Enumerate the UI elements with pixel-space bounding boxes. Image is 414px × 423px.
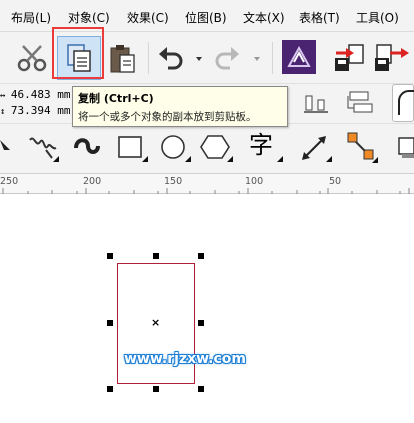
object-width-value: 46.483 mm (10, 88, 71, 101)
object-height-field[interactable]: ↕ 73.394 mm (0, 104, 70, 117)
redo-icon (215, 47, 239, 70)
ruler-label: 200 (83, 176, 102, 187)
import-icon (335, 44, 364, 71)
toolbar-separator (272, 42, 273, 74)
copy-highlight-frame (52, 27, 104, 79)
round-corner-icon (398, 90, 414, 115)
handle-middle-right[interactable] (198, 320, 204, 326)
pick-tool-button[interactable] (0, 132, 18, 164)
menu-layout[interactable]: 布局(L) (11, 9, 51, 26)
handle-top-middle[interactable] (153, 253, 159, 259)
undo-icon (159, 47, 183, 70)
import-button[interactable] (332, 40, 368, 74)
align-distribute-icon (304, 95, 328, 113)
drop-shadow-tool-button[interactable] (396, 132, 414, 164)
menu-object[interactable]: 对象(C) (68, 9, 110, 26)
ruler-label: 250 (0, 176, 19, 187)
align-distribute-button[interactable] (300, 88, 334, 120)
flyout-arrow-icon (372, 157, 378, 163)
handle-top-right[interactable] (198, 253, 204, 259)
export-icon (375, 44, 409, 71)
cut-icon (17, 45, 47, 72)
menu-table[interactable]: 表格(T) (299, 9, 340, 26)
ruler-label: 50 (329, 176, 342, 187)
width-arrow-icon: ↔ (0, 91, 11, 101)
handle-middle-left[interactable] (107, 320, 113, 326)
toolbox-row: 字 (0, 124, 414, 174)
rectangle-tool-button[interactable] (114, 132, 150, 164)
flyout-arrow-icon (277, 156, 283, 162)
artistic-media-icon (74, 138, 100, 154)
menu-bitmaps[interactable]: 位图(B) (185, 9, 227, 26)
handle-bottom-left[interactable] (107, 386, 113, 392)
height-arrow-icon: ↕ (0, 107, 11, 117)
flyout-arrow-icon (53, 156, 59, 162)
redo-dropdown-icon[interactable] (254, 57, 260, 61)
ellipse-tool-button[interactable] (157, 132, 193, 164)
pointer-icon (0, 140, 10, 150)
tooltip-title: 复制 (Ctrl+C) (78, 92, 154, 105)
arrange-icon (347, 91, 373, 113)
watermark-text: www.rjzxw.com (124, 351, 246, 367)
dimension-tool-button[interactable] (298, 132, 334, 164)
paste-button[interactable] (106, 40, 140, 76)
toolbar-separator (148, 42, 149, 74)
paste-icon (110, 45, 135, 73)
flyout-arrow-icon (326, 156, 332, 162)
flyout-arrow-icon (227, 156, 233, 162)
polygon-tool-button[interactable] (199, 132, 235, 164)
tooltip-description: 将一个或多个对象的副本放到剪贴板。 (78, 111, 257, 123)
cut-button[interactable] (16, 42, 50, 74)
menu-tools[interactable]: 工具(O) (356, 9, 399, 26)
text-tool-icon: 字 (249, 131, 273, 159)
redo-button[interactable] (214, 42, 260, 74)
object-height-value: 73.394 mm (10, 104, 71, 117)
undo-dropdown-icon[interactable] (196, 57, 202, 61)
application-launcher-button[interactable] (282, 40, 316, 74)
selection-center-mark[interactable]: × (151, 317, 160, 328)
horizontal-ruler[interactable]: 250 200 150 100 50 (0, 174, 414, 194)
connector-tool-button[interactable] (344, 130, 380, 164)
ruler-label: 150 (164, 176, 183, 187)
launcher-icon (287, 45, 311, 67)
drop-shadow-icon (398, 137, 414, 158)
flyout-arrow-icon (142, 156, 148, 162)
copy-tooltip: 复制 (Ctrl+C) 将一个或多个对象的副本放到剪贴板。 (72, 86, 288, 127)
handle-bottom-middle[interactable] (153, 386, 159, 392)
corner-shape-button[interactable] (392, 84, 414, 122)
drawing-canvas[interactable] (0, 195, 414, 423)
text-tool-button[interactable]: 字 (249, 130, 285, 164)
arrange-button[interactable] (344, 88, 378, 120)
handle-bottom-right[interactable] (198, 386, 204, 392)
export-button[interactable] (372, 40, 412, 74)
menu-text[interactable]: 文本(X) (243, 9, 285, 26)
handle-top-left[interactable] (107, 253, 113, 259)
menu-effects[interactable]: 效果(C) (127, 9, 169, 26)
artistic-media-button[interactable] (70, 132, 106, 164)
undo-button[interactable] (156, 42, 202, 74)
ruler-label: 100 (245, 176, 264, 187)
freehand-tool-button[interactable] (26, 132, 62, 164)
flyout-arrow-icon (185, 156, 191, 162)
object-width-field[interactable]: ↔ 46.483 mm (0, 88, 70, 101)
ruler-ticks (2, 188, 410, 194)
